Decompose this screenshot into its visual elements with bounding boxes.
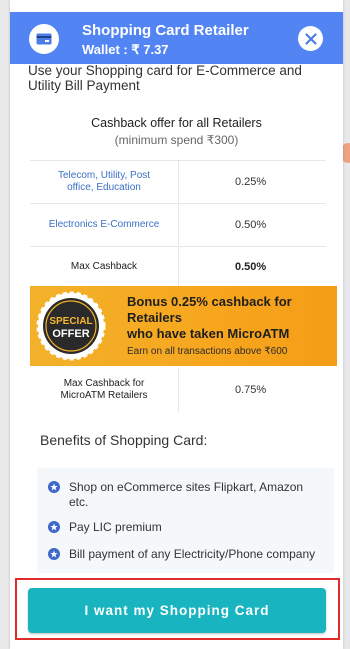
intro-text: Use your Shopping card for E-Commerce an… xyxy=(28,63,338,93)
row-value: 0.75% xyxy=(235,384,267,396)
table-row: Electronics E-Commerce 0.50% xyxy=(30,203,326,245)
list-item-text: etc. xyxy=(69,495,89,509)
offer-subtitle: (minimum spend ₹300) xyxy=(114,133,239,147)
list-item-text: Bill payment of any Electricity/Phone co… xyxy=(69,547,316,561)
star-icon xyxy=(48,481,60,493)
banner-headline: who have taken MicroATM xyxy=(127,326,290,341)
close-button[interactable] xyxy=(298,26,323,51)
benefits-title: Benefits of Shopping Card: xyxy=(40,432,208,448)
card-icon xyxy=(29,24,59,54)
star-icon xyxy=(48,521,60,533)
special-offer-banner: SPECIAL OFFER Bonus 0.25% cashback for R… xyxy=(30,286,337,366)
list-item-text: Shop on eCommerce sites Flipkart, Amazon xyxy=(69,480,304,494)
background-element xyxy=(342,143,350,163)
svg-text:OFFER: OFFER xyxy=(52,328,89,340)
header-title: Shopping Card Retailer xyxy=(82,22,249,39)
offer-title: Cashback offer for all Retailers xyxy=(91,116,262,130)
intro-line: Use your Shopping card for E-Commerce an… xyxy=(28,63,302,78)
wallet-balance: Wallet : ₹ 7.37 xyxy=(82,42,169,57)
table-row: Telecom, Utility, Post office, Education… xyxy=(30,160,326,202)
row-value: 0.25% xyxy=(235,175,267,188)
list-item-text: Pay LIC premium xyxy=(69,520,162,534)
banner-headline: Retailers xyxy=(127,310,182,325)
row-value: 0.50% xyxy=(235,260,267,273)
table-row: Max Cashback 0.50% xyxy=(30,246,326,286)
sheet-header: Shopping Card Retailer Wallet : ₹ 7.37 xyxy=(10,12,343,64)
benefits-list: Shop on eCommerce sites Flipkart, Amazon… xyxy=(37,468,334,573)
shopping-card-sheet: Use your Shopping card for E-Commerce an… xyxy=(10,0,343,649)
row-label: Telecom, Utility, Post office, Education xyxy=(30,161,179,202)
svg-text:SPECIAL: SPECIAL xyxy=(49,316,92,327)
banner-headline: Bonus 0.25% cashback for xyxy=(127,294,292,309)
microatm-row: Max Cashback for MicroATM Retailers 0.75… xyxy=(30,368,326,412)
banner-subtext: Earn on all transactions above ₹600 xyxy=(127,346,288,357)
intro-line: Utility Bill Payment xyxy=(28,78,140,93)
row-label: Electronics E-Commerce xyxy=(30,204,179,245)
get-shopping-card-button[interactable]: I want my Shopping Card xyxy=(28,588,326,633)
row-label: Max Cashback xyxy=(30,247,179,286)
close-icon xyxy=(304,32,317,45)
star-icon xyxy=(48,548,60,560)
row-label: Max Cashback for MicroATM Retailers xyxy=(30,368,179,412)
special-offer-badge-icon: SPECIAL OFFER xyxy=(36,291,106,361)
row-value: 0.50% xyxy=(235,218,267,231)
